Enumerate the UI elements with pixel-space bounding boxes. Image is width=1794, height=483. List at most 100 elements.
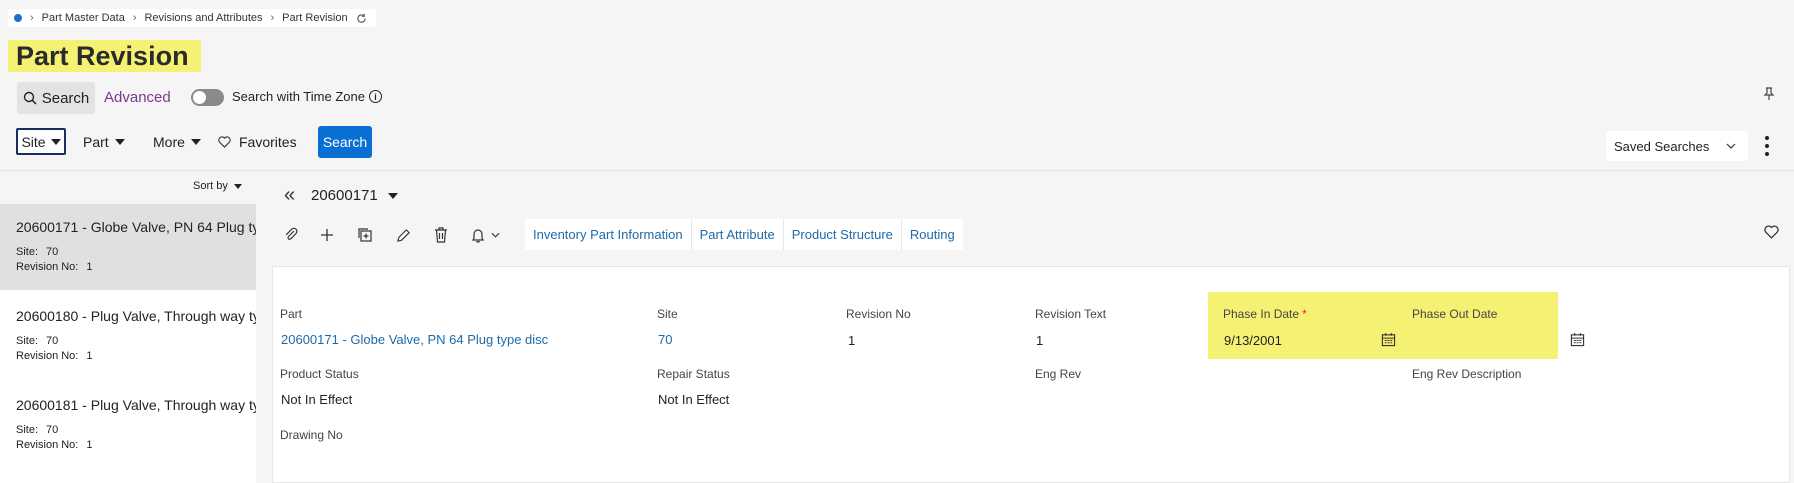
sort-by-label: Sort by	[193, 180, 228, 192]
list-item-title: 20600180 - Plug Valve, Through way type	[16, 308, 256, 324]
product-status-value: Not In Effect	[281, 392, 353, 407]
paperclip-icon[interactable]	[282, 226, 300, 244]
required-mark: *	[1302, 307, 1307, 321]
calendar-icon[interactable]	[1570, 332, 1586, 348]
chevron-right-icon: ›	[270, 12, 275, 24]
site-value-link[interactable]: 70	[658, 332, 672, 347]
site-filter-label: Site	[21, 133, 46, 150]
favorites-filter[interactable]: Favorites	[218, 134, 297, 150]
search-tab-label: Search	[41, 89, 90, 107]
collapse-list-icon[interactable]: «	[284, 185, 295, 205]
list-item-title: 20600181 - Plug Valve, Through way type	[16, 397, 256, 413]
breadcrumb: › Part Master Data › Revisions and Attri…	[8, 9, 376, 27]
calendar-icon[interactable]	[1381, 332, 1397, 348]
site-label: Site	[657, 307, 678, 321]
part-filter-label: Part	[83, 134, 109, 150]
detail-card	[272, 266, 1790, 483]
advanced-tab[interactable]: Advanced	[104, 89, 171, 106]
pencil-icon[interactable]	[394, 226, 412, 244]
page-title: Part Revision	[8, 40, 201, 72]
caret-down-icon	[50, 138, 61, 145]
duplicate-icon[interactable]	[356, 226, 374, 244]
record-selector[interactable]: 20600171	[311, 187, 398, 204]
revision-text-value: 1	[1036, 333, 1044, 348]
caret-down-icon	[190, 139, 201, 145]
search-icon	[23, 91, 37, 105]
site-value: 70	[46, 424, 59, 436]
timezone-label-text: Search with Time Zone	[232, 89, 365, 104]
phase-out-date-input[interactable]	[1413, 333, 1563, 349]
record-title: 20600171	[311, 187, 378, 204]
pin-icon[interactable]	[1762, 87, 1776, 101]
list-item[interactable]: 20600180 - Plug Valve, Through way type …	[0, 293, 256, 379]
favorites-label: Favorites	[239, 134, 297, 150]
list-item-title: 20600171 - Globe Valve, PN 64 Plug type …	[16, 219, 256, 235]
product-status-label: Product Status	[280, 367, 359, 381]
part-label: Part	[280, 307, 303, 321]
revision-label: Revision No:	[16, 261, 79, 273]
chevron-down-icon	[491, 232, 500, 238]
record-tabs: Inventory Part Information Part Attribut…	[525, 219, 963, 250]
revision-no-label: Revision No	[846, 307, 911, 321]
revision-value: 1	[86, 350, 93, 362]
sort-by-button[interactable]: Sort by	[193, 180, 242, 192]
timezone-toggle[interactable]	[191, 89, 224, 106]
revision-value: 1	[86, 261, 93, 273]
site-label: Site:	[16, 246, 39, 258]
caret-down-icon	[387, 192, 398, 199]
more-filter-label: More	[153, 134, 185, 150]
revision-value: 1	[86, 439, 93, 451]
plus-icon[interactable]	[318, 226, 336, 244]
tab-routing[interactable]: Routing	[902, 219, 963, 250]
repair-status-value: Not In Effect	[658, 392, 730, 407]
tab-inventory-part-information[interactable]: Inventory Part Information	[525, 219, 692, 250]
heart-icon	[218, 136, 231, 148]
chevron-down-icon	[1726, 143, 1736, 149]
eng-rev-description-label: Eng Rev Description	[1412, 367, 1522, 381]
search-button[interactable]: Search	[318, 126, 372, 158]
info-icon[interactable]: i	[368, 90, 382, 103]
revision-label: Revision No:	[16, 350, 79, 362]
caret-down-icon	[114, 139, 125, 145]
breadcrumb-part-revision: Part Revision	[282, 12, 348, 24]
site-label: Site:	[16, 424, 39, 436]
site-value: 70	[46, 335, 59, 347]
eng-rev-label: Eng Rev	[1035, 367, 1082, 381]
tab-product-structure[interactable]: Product Structure	[784, 219, 902, 250]
saved-searches-label: Saved Searches	[1614, 138, 1710, 154]
phase-in-date-label-text: Phase In Date	[1223, 307, 1300, 321]
phase-in-date-input[interactable]: 9/13/2001	[1224, 333, 1374, 348]
list-item[interactable]: 20600181 - Plug Valve, Through way type …	[0, 382, 256, 468]
breadcrumb-revisions-and-attributes[interactable]: Revisions and Attributes	[144, 12, 262, 24]
revision-text-label: Revision Text	[1035, 307, 1107, 321]
revision-label: Revision No:	[16, 439, 79, 451]
home-icon[interactable]	[14, 14, 22, 22]
phase-in-date-label: Phase In Date *	[1223, 307, 1307, 321]
part-value-link[interactable]: 20600171 - Globe Valve, PN 64 Plug type …	[281, 332, 548, 347]
site-value: 70	[46, 246, 59, 258]
revision-no-value: 1	[848, 333, 856, 348]
chevron-right-icon: ›	[132, 12, 137, 24]
divider	[0, 170, 1794, 171]
more-filter[interactable]: More	[153, 134, 201, 150]
list-item[interactable]: 20600171 - Globe Valve, PN 64 Plug type …	[0, 204, 256, 290]
breadcrumb-part-master-data[interactable]: Part Master Data	[42, 12, 125, 24]
saved-searches-select[interactable]: Saved Searches	[1606, 131, 1748, 161]
tab-part-attribute[interactable]: Part Attribute	[692, 219, 784, 250]
drawing-no-label: Drawing No	[280, 428, 343, 442]
favorite-heart-icon[interactable]	[1764, 225, 1780, 241]
timezone-toggle-label: Search with Time Zone i	[232, 89, 382, 104]
search-tab[interactable]: Search	[17, 82, 95, 114]
phase-out-date-label: Phase Out Date	[1412, 307, 1498, 321]
chevron-right-icon: ›	[30, 12, 34, 24]
site-filter[interactable]: Site	[16, 128, 66, 155]
part-filter[interactable]: Part	[83, 134, 125, 150]
site-label: Site:	[16, 335, 39, 347]
notification-button[interactable]	[471, 226, 507, 244]
more-options-icon[interactable]	[1764, 136, 1770, 156]
toggle-knob	[193, 91, 206, 104]
trash-icon[interactable]	[432, 226, 450, 244]
record-list: 20600171 - Globe Valve, PN 64 Plug type …	[0, 204, 256, 483]
refresh-icon[interactable]	[356, 12, 368, 24]
caret-down-icon	[233, 183, 242, 189]
